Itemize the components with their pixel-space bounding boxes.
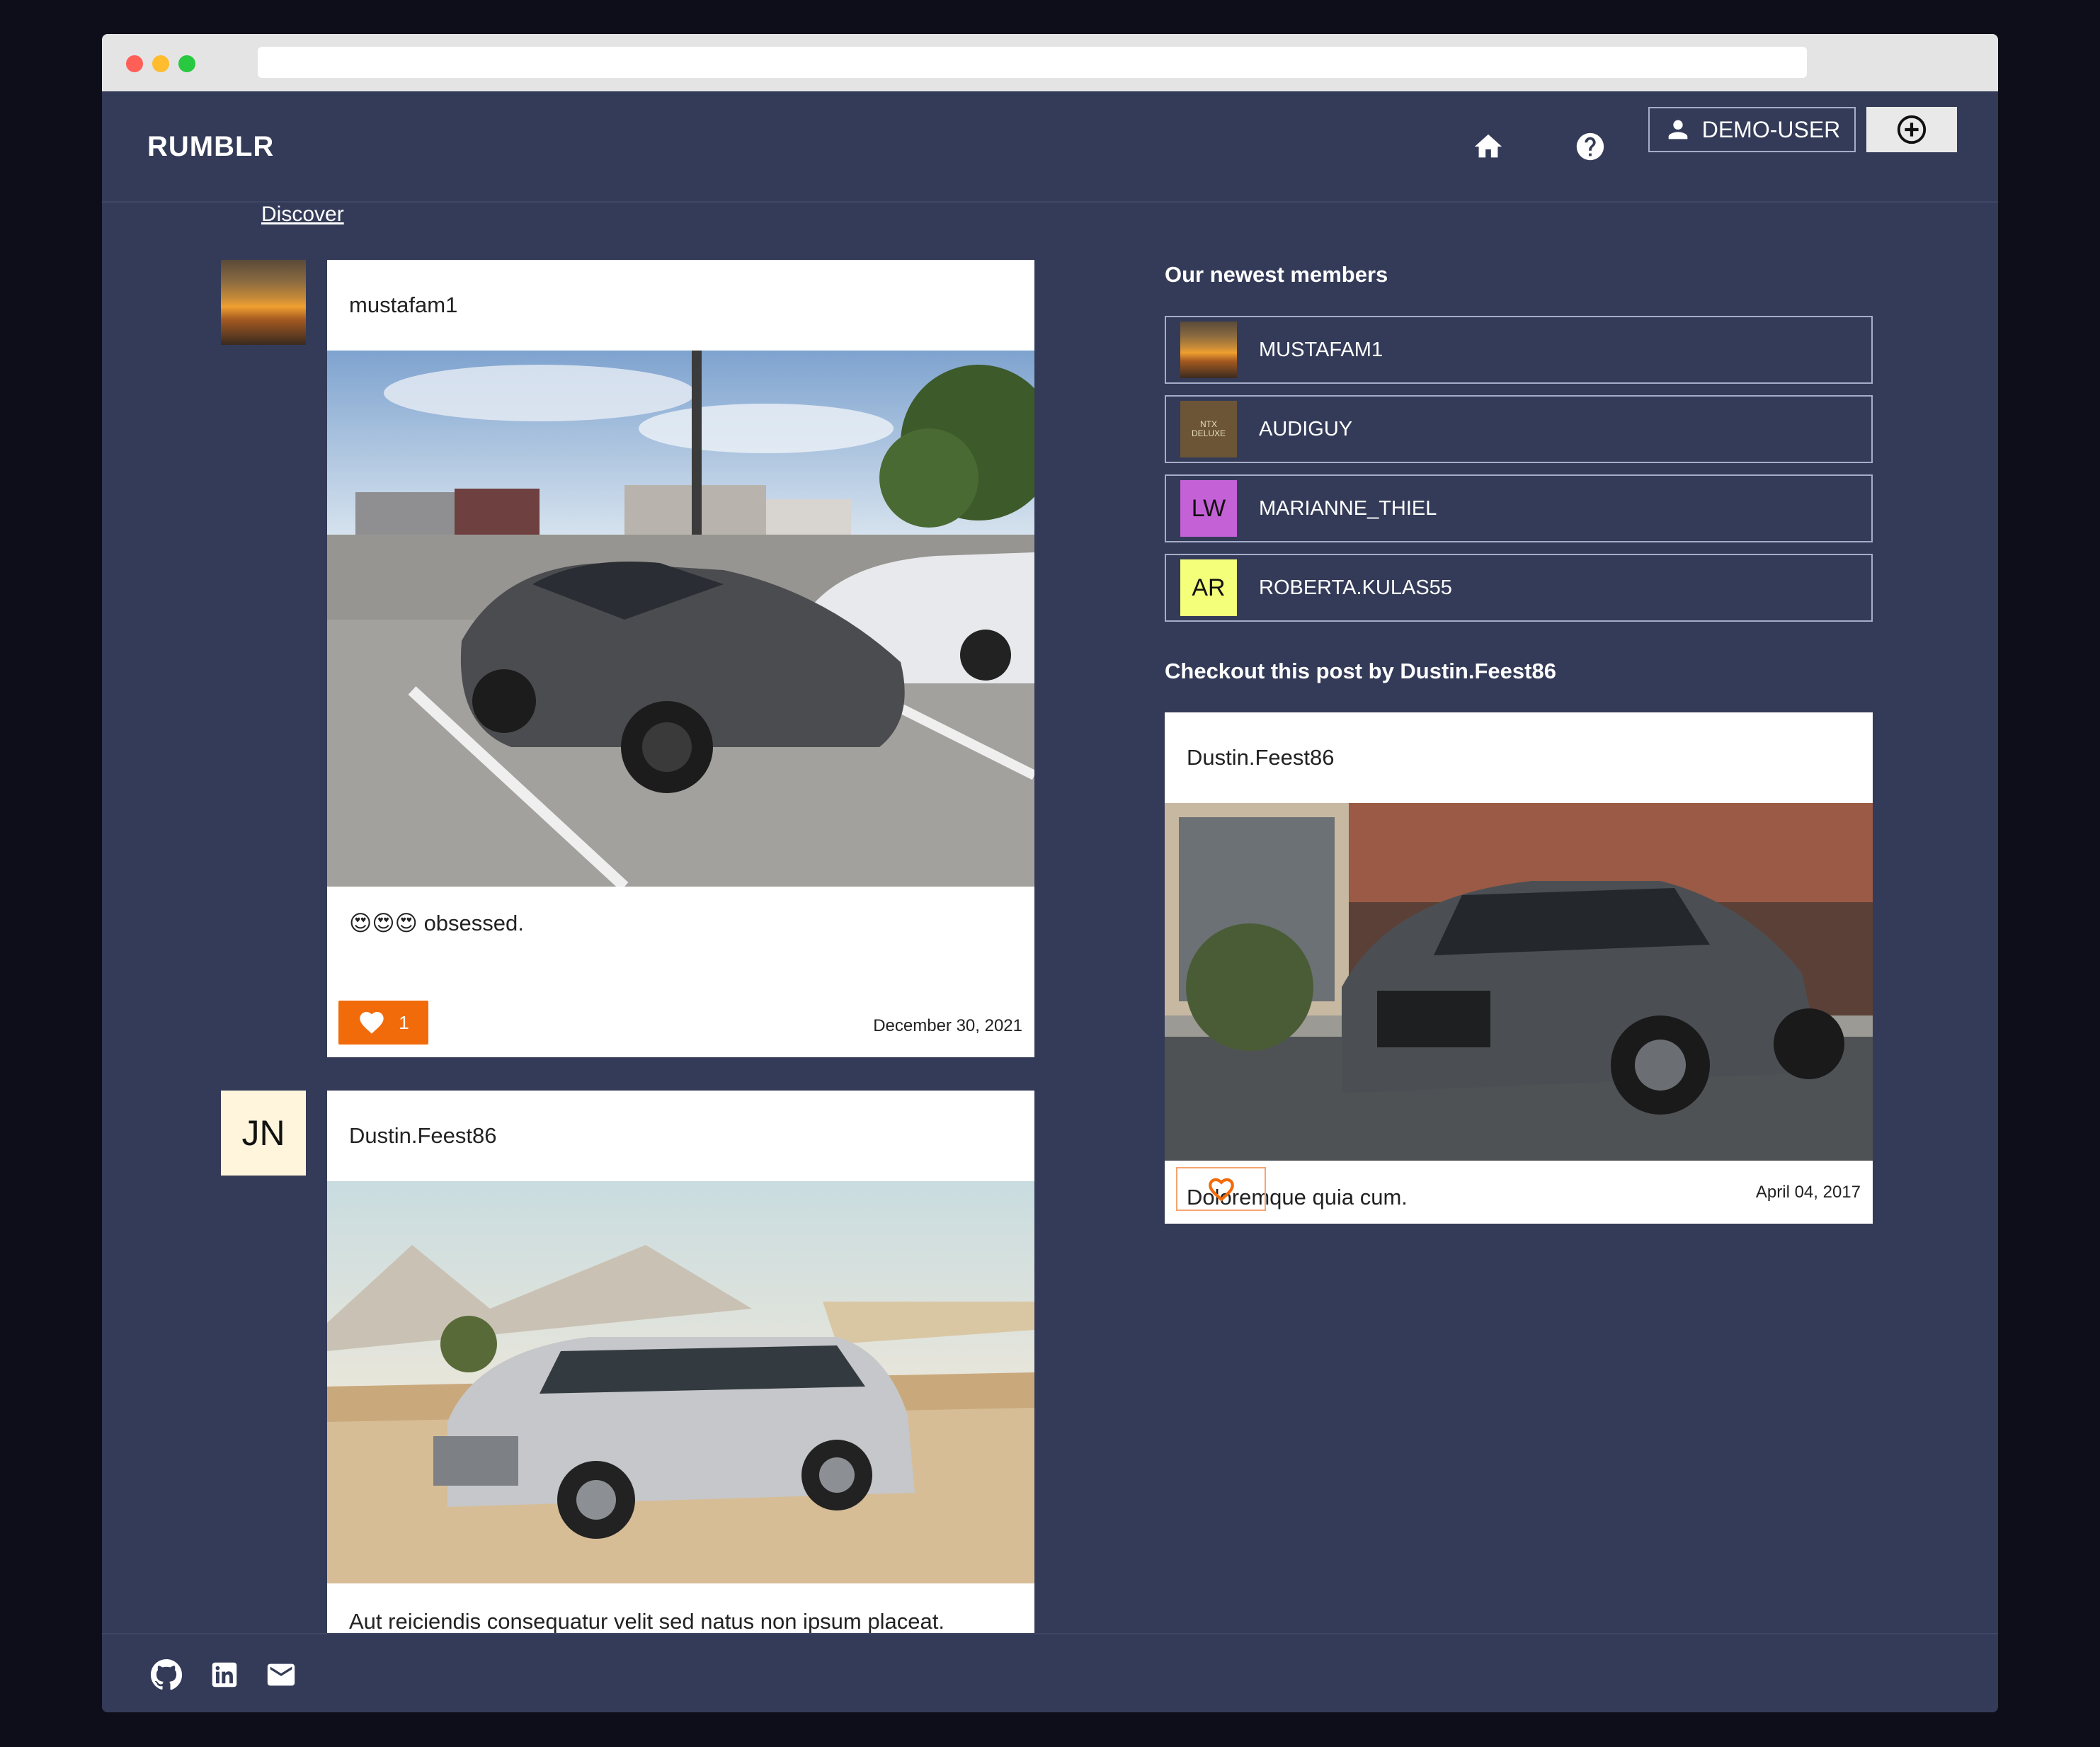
member-avatar: LW xyxy=(1180,480,1237,537)
post-date: April 04, 2017 xyxy=(1755,1183,1861,1202)
help-icon[interactable] xyxy=(1570,127,1610,166)
browser-window: RUMBLR DEMO-USER Discover mustafam1 😍😍😍 … xyxy=(102,34,1998,1712)
member-item[interactable]: NTX DELUXE AUDIGUY xyxy=(1165,395,1873,463)
address-bar[interactable] xyxy=(258,47,1807,78)
page-footer xyxy=(102,1633,1998,1712)
post-footer: 1 December 30, 2021 xyxy=(327,995,1034,1057)
post-author-name[interactable]: Dustin.Feest86 xyxy=(327,1091,1034,1181)
member-item[interactable]: AR ROBERTA.KULAS55 xyxy=(1165,554,1873,622)
member-avatar: NTX DELUXE xyxy=(1180,401,1237,457)
post-author-avatar[interactable]: JN xyxy=(221,1091,306,1176)
member-name: AUDIGUY xyxy=(1259,417,1353,440)
browser-chrome xyxy=(102,34,1998,91)
like-count: 1 xyxy=(399,1011,409,1033)
minimize-window-button[interactable] xyxy=(152,55,169,72)
like-button[interactable] xyxy=(1176,1167,1266,1211)
discover-link[interactable]: Discover xyxy=(261,203,344,227)
heart-outline-icon xyxy=(1208,1178,1234,1202)
home-icon[interactable] xyxy=(1468,127,1508,166)
post-author-name[interactable]: mustafam1 xyxy=(327,260,1034,351)
member-name: ROBERTA.KULAS55 xyxy=(1259,576,1452,599)
member-item[interactable]: LW MARIANNE_THIEL xyxy=(1165,474,1873,542)
member-name: MUSTAFAM1 xyxy=(1259,338,1383,361)
maximize-window-button[interactable] xyxy=(178,55,195,72)
heart-filled-icon xyxy=(360,1012,384,1034)
github-icon[interactable] xyxy=(150,1658,183,1691)
mail-icon[interactable] xyxy=(265,1658,297,1691)
person-icon xyxy=(1668,120,1688,140)
featured-post-title: Checkout this post by Dustin.Feest86 xyxy=(1165,659,1556,683)
post-card: mustafam1 😍😍😍 obsessed. 1 December 30, 2… xyxy=(327,260,1034,1057)
post-date: December 30, 2021 xyxy=(873,1016,1022,1035)
user-menu-label: DEMO-USER xyxy=(1701,116,1841,142)
like-button[interactable]: 1 xyxy=(338,1001,428,1045)
member-item[interactable]: MUSTAFAM1 xyxy=(1165,316,1873,384)
close-window-button[interactable] xyxy=(126,55,143,72)
top-navbar: RUMBLR DEMO-USER xyxy=(102,91,1998,203)
user-menu-button[interactable]: DEMO-USER xyxy=(1648,107,1856,152)
plus-circle-icon xyxy=(1897,115,1927,144)
brand-logo[interactable]: RUMBLR xyxy=(147,91,274,203)
post-author-name[interactable]: Dustin.Feest86 xyxy=(1165,712,1873,803)
post-card: Dustin.Feest86 Aut reiciendis consequatu… xyxy=(327,1091,1034,1633)
post-caption: 😍😍😍 obsessed. xyxy=(349,911,524,935)
newest-members-title: Our newest members xyxy=(1165,262,1388,287)
post-caption: Aut reiciendis consequatur velit sed nat… xyxy=(349,1609,945,1633)
post-image xyxy=(327,1181,1034,1583)
member-avatar xyxy=(1180,321,1237,378)
avatar-logo-text: DELUXE xyxy=(1191,428,1226,438)
post-author-avatar[interactable] xyxy=(221,260,306,345)
member-name: MARIANNE_THIEL xyxy=(1259,496,1437,520)
post-footer: April 04, 2017 xyxy=(1165,1161,1873,1224)
post-image xyxy=(327,351,1034,887)
post-image xyxy=(1165,803,1873,1161)
linkedin-icon[interactable] xyxy=(208,1658,241,1691)
new-post-button[interactable] xyxy=(1866,107,1957,152)
member-avatar: AR xyxy=(1180,559,1237,616)
featured-post-card: Dustin.Feest86 Doloremque quia cum. Apri… xyxy=(1165,712,1873,1224)
